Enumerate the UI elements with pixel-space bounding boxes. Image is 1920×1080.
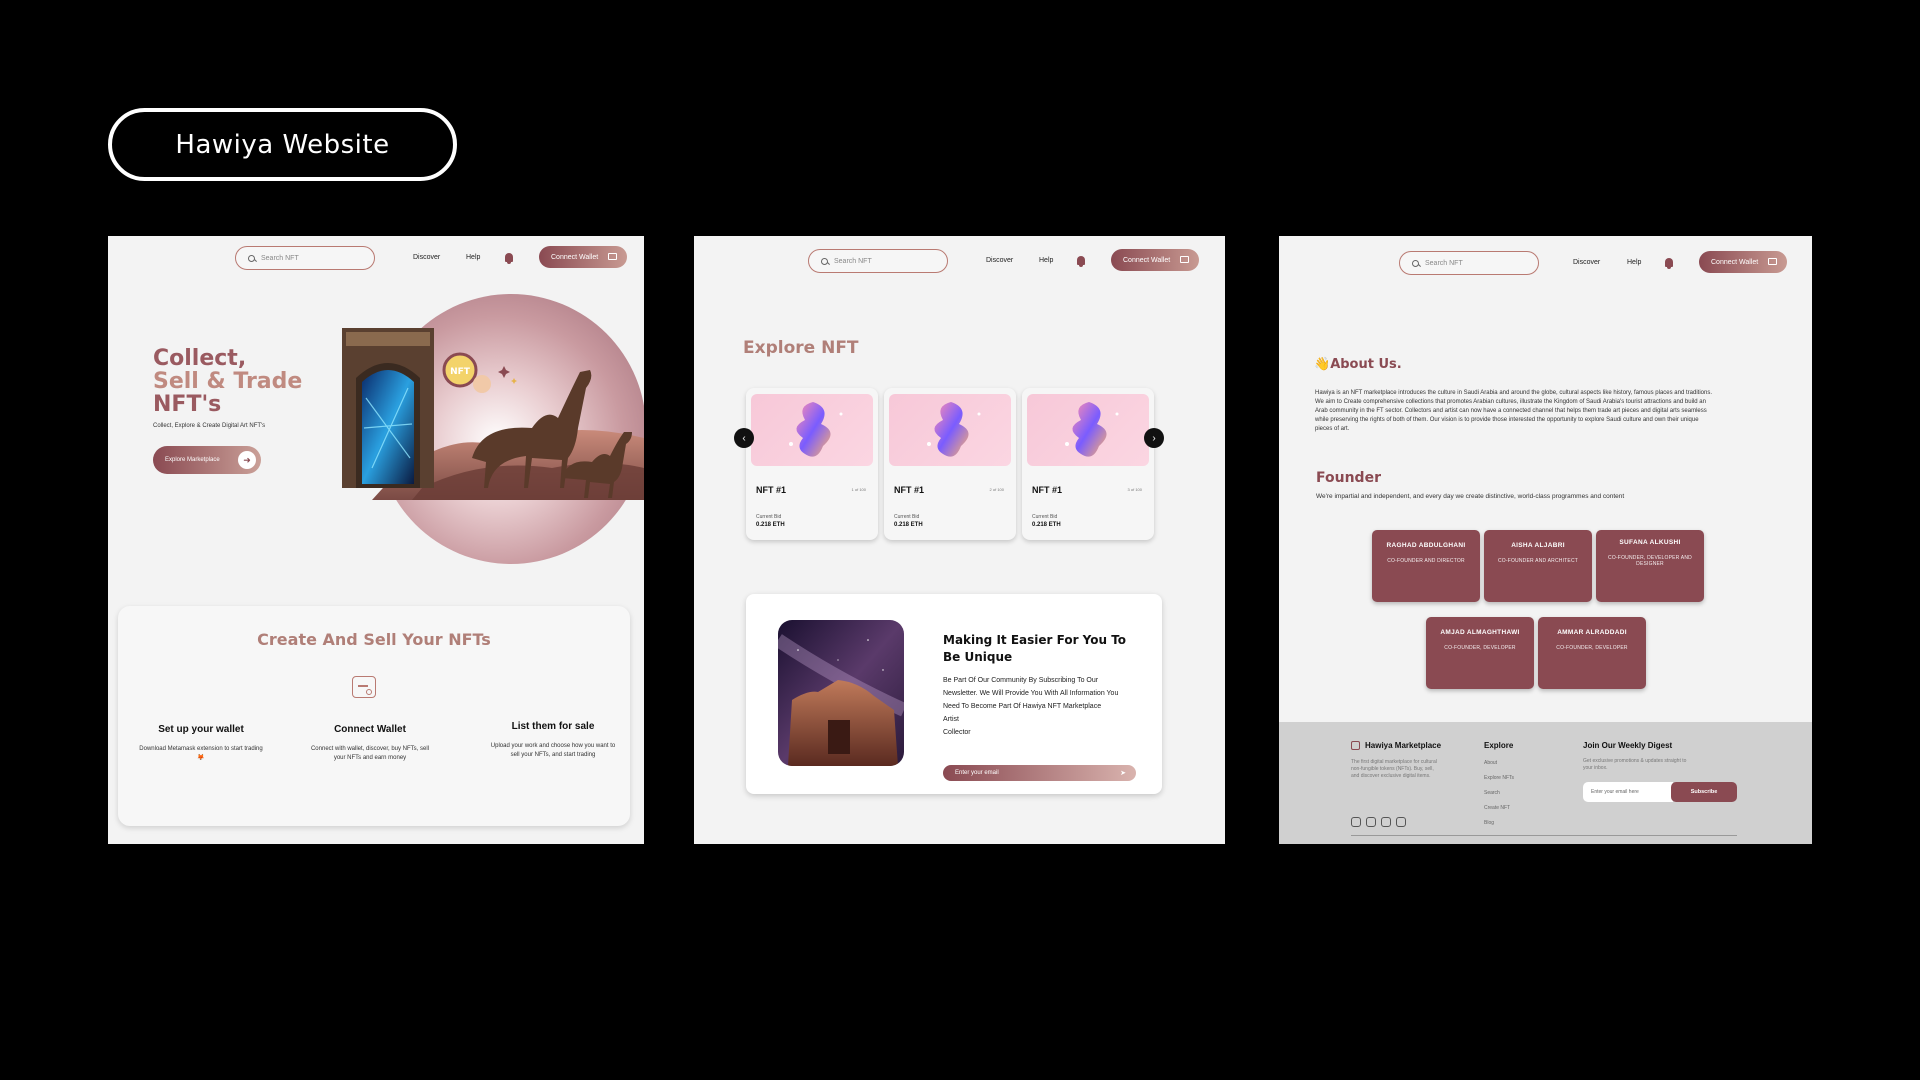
- newsletter-card: Making It Easier For You To Be Unique Be…: [746, 594, 1162, 794]
- marketplace-logo-icon: [1351, 741, 1360, 750]
- bell-icon[interactable]: [505, 253, 513, 264]
- footer-link-blog[interactable]: Blog: [1484, 820, 1494, 826]
- founder-card: RAGHAD ABDULGHANI CO-FOUNDER AND DIRECTO…: [1372, 530, 1480, 602]
- step-connect-wallet: Connect Wallet Connect with wallet, disc…: [310, 724, 430, 761]
- newsletter-email-input[interactable]: Enter your email ➤: [943, 765, 1136, 781]
- nav-help[interactable]: Help: [1039, 257, 1053, 264]
- bell-icon[interactable]: [1077, 256, 1085, 267]
- step-setup-wallet: Set up your wallet Download Metamask ext…: [139, 724, 263, 761]
- youtube-icon[interactable]: [1366, 817, 1376, 827]
- footer-explore-heading: Explore: [1484, 741, 1514, 750]
- subscribe-button[interactable]: Subscribe: [1671, 782, 1737, 802]
- twitter-icon[interactable]: [1381, 817, 1391, 827]
- nav-discover[interactable]: Discover: [986, 257, 1013, 264]
- nav-help[interactable]: Help: [1627, 259, 1641, 266]
- footer-description: The first digital marketplace for cultur…: [1351, 759, 1437, 779]
- search-input[interactable]: Search NFT: [235, 246, 375, 270]
- search-input[interactable]: Search NFT: [808, 249, 948, 273]
- create-title: Create And Sell Your NFTs: [257, 630, 491, 649]
- wallet-icon: [1180, 256, 1189, 263]
- footer-link-search[interactable]: Search: [1484, 790, 1500, 796]
- footer-link-explore[interactable]: Explore NFTs: [1484, 775, 1514, 781]
- wallet-device-icon: [352, 676, 376, 698]
- nav-discover[interactable]: Discover: [413, 254, 440, 261]
- hero-illustration: NFT: [332, 328, 644, 500]
- instagram-icon[interactable]: [1396, 817, 1406, 827]
- hero-subtitle: Collect, Explore & Create Digital Art NF…: [153, 423, 266, 429]
- carousel-next-button[interactable]: ›: [1144, 428, 1164, 448]
- founder-card: AMJAD ALMAGHTHAWI CO-FOUNDER, DEVELOPER: [1426, 617, 1534, 689]
- nft-card[interactable]: NFT #1 1 of 100 Current Bid 0.218 ETH: [746, 388, 878, 540]
- founder-card: AISHA ALJABRI CO-FOUNDER AND ARCHITECT: [1484, 530, 1592, 602]
- footer-digest-heading: Join Our Weekly Digest: [1583, 741, 1673, 750]
- send-icon[interactable]: ➤: [1120, 769, 1126, 777]
- founder-subtitle: We're impartial and independent, and eve…: [1316, 493, 1625, 500]
- nav-discover[interactable]: Discover: [1573, 259, 1600, 266]
- footer: Hawiya Marketplace The first digital mar…: [1279, 722, 1812, 844]
- step-list-for-sale: List them for sale Upload your work and …: [490, 721, 616, 758]
- hero-heading: Collect, Sell & Trade NFT's: [153, 346, 303, 417]
- social-links: [1351, 817, 1406, 827]
- desert-night-image: [778, 620, 904, 766]
- home-page-preview: Search NFT Discover Help Connect Wallet: [108, 236, 644, 844]
- bell-icon[interactable]: [1665, 258, 1673, 269]
- wallet-icon: [1768, 258, 1777, 265]
- nft-image: [751, 394, 873, 466]
- discord-icon[interactable]: [1351, 817, 1361, 827]
- search-icon: [821, 257, 828, 265]
- about-body: Hawiya is an NFT marketplace introduces …: [1315, 390, 1712, 432]
- footer-divider: [1351, 835, 1737, 836]
- founder-card: AMMAR ALRADDADI CO-FOUNDER, DEVELOPER: [1538, 617, 1646, 689]
- waving-hand-icon: 👋: [1314, 357, 1331, 372]
- footer-email-input[interactable]: Enter your email here: [1583, 782, 1673, 802]
- connect-wallet-button[interactable]: Connect Wallet: [1111, 249, 1199, 271]
- footer-link-create[interactable]: Create NFT: [1484, 805, 1510, 811]
- wallet-icon: [608, 253, 617, 260]
- nft-image: [889, 394, 1011, 466]
- search-icon: [248, 254, 255, 262]
- founder-card: SUFANA ALKUSHI CO-FOUNDER, DEVELOPER AND…: [1596, 530, 1704, 602]
- explore-title: Explore NFT: [743, 338, 859, 358]
- carousel-prev-button[interactable]: ‹: [734, 428, 754, 448]
- connect-wallet-button[interactable]: Connect Wallet: [539, 246, 627, 268]
- explore-page-preview: Search NFT Discover Help Connect Wallet …: [694, 236, 1225, 844]
- page-title: Hawiya Website: [108, 108, 457, 181]
- footer-brand: Hawiya Marketplace: [1351, 741, 1441, 750]
- connect-wallet-button[interactable]: Connect Wallet: [1699, 251, 1787, 273]
- explore-marketplace-button[interactable]: Explore Marketplace ➜: [153, 446, 261, 474]
- hero-nft-badge: NFT: [450, 367, 471, 377]
- founder-heading: Founder: [1316, 470, 1381, 486]
- nft-card[interactable]: NFT #1 3 of 100 Current Bid 0.218 ETH: [1022, 388, 1154, 540]
- search-icon: [1412, 259, 1419, 267]
- about-page-preview: Search NFT Discover Help Connect Wallet …: [1279, 236, 1812, 844]
- nft-card[interactable]: NFT #1 2 of 100 Current Bid 0.218 ETH: [884, 388, 1016, 540]
- newsletter-body: Be Part Of Our Community By Subscribing …: [943, 677, 1119, 736]
- newsletter-heading: Making It Easier For You To Be Unique: [943, 633, 1127, 664]
- search-input[interactable]: Search NFT: [1399, 251, 1539, 275]
- nft-image: [1027, 394, 1149, 466]
- nav-help[interactable]: Help: [466, 254, 480, 261]
- arrow-right-icon: ➜: [238, 451, 256, 469]
- create-and-sell-section: Create And Sell Your NFTs Set up your wa…: [118, 606, 630, 826]
- footer-digest-text: Get exclusive promotions & updates strai…: [1583, 758, 1687, 771]
- about-heading: 👋About Us.: [1314, 357, 1402, 372]
- footer-link-about[interactable]: About: [1484, 760, 1497, 766]
